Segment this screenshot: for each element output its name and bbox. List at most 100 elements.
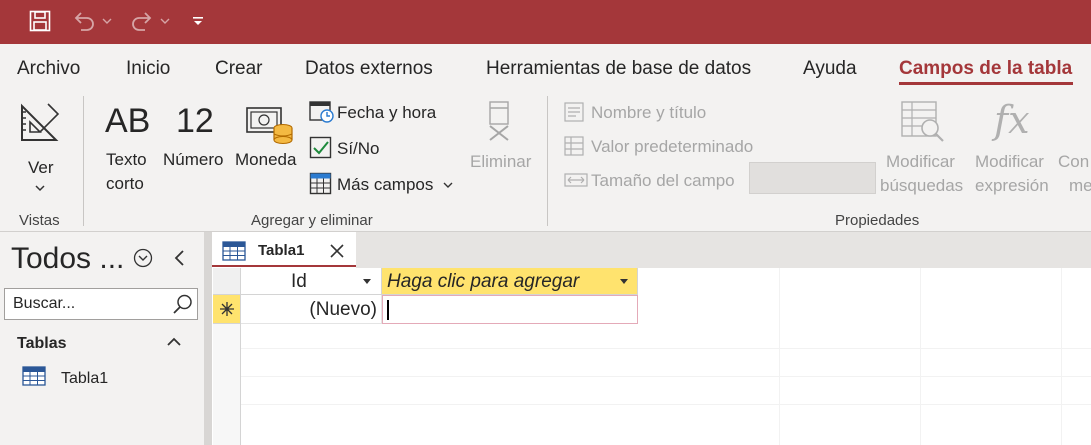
- tamano-campo-label: Tamaño del campo: [591, 171, 735, 190]
- numero-label: Número: [163, 150, 224, 169]
- save-icon[interactable]: [24, 8, 56, 34]
- ver-label: Ver: [28, 158, 54, 177]
- mas-campos-label: Más campos: [337, 175, 434, 194]
- select-all-corner[interactable]: [213, 268, 241, 295]
- navigation-pane: Todos ... Tablas Tabla1: [0, 232, 204, 445]
- calendar-clock-icon: [309, 101, 334, 123]
- tab-ayuda[interactable]: Ayuda: [803, 58, 857, 80]
- table-icon: [22, 366, 46, 386]
- document-tab-label: Tabla1: [258, 242, 305, 259]
- column-header-label: Id: [291, 271, 307, 292]
- active-tab-indicator: [899, 82, 1073, 85]
- row-selector-column: [213, 324, 241, 445]
- numero-button[interactable]: 12 Número: [160, 98, 230, 202]
- column-header-id[interactable]: Id: [241, 268, 382, 295]
- grid-line: [213, 404, 1091, 405]
- design-view-icon: [21, 103, 60, 141]
- nombre-titulo-button[interactable]: Nombre y título: [562, 98, 732, 128]
- table-icon: [222, 241, 246, 261]
- row-selector-new[interactable]: [213, 295, 241, 324]
- title-bar: [0, 0, 1091, 44]
- con-button[interactable]: Con me: [1057, 98, 1091, 202]
- grid-line: [213, 348, 1091, 349]
- mas-campos-button[interactable]: Más campos: [307, 170, 457, 200]
- lookup-icon: [901, 101, 944, 142]
- collapse-pane-icon[interactable]: [172, 248, 188, 268]
- tab-archivo[interactable]: Archivo: [17, 58, 80, 80]
- field-size-icon: [564, 173, 588, 187]
- eliminar-label: Eliminar: [470, 152, 532, 171]
- si-no-button[interactable]: Sí/No: [307, 134, 447, 164]
- si-no-label: Sí/No: [337, 139, 380, 158]
- datasheet-grid: Id Haga clic para agregar (Nuevo): [213, 268, 1091, 445]
- tab-datos-externos[interactable]: Datos externos: [305, 58, 433, 80]
- modificar-busquedas-label-2: búsquedas: [880, 176, 964, 195]
- moneda-button[interactable]: Moneda: [233, 98, 305, 202]
- modificar-expresion-label-1: Modificar: [975, 152, 1044, 171]
- tab-herramientas-base-datos[interactable]: Herramientas de base de datos: [486, 58, 751, 80]
- numero-icon: 12: [176, 102, 214, 140]
- grid-line: [213, 376, 1091, 377]
- search-icon[interactable]: [172, 293, 194, 315]
- moneda-label: Moneda: [235, 150, 297, 169]
- modificar-busquedas-button[interactable]: Modificar búsquedas: [880, 98, 970, 202]
- modificar-busquedas-label-1: Modificar: [886, 152, 955, 171]
- tab-inicio[interactable]: Inicio: [126, 58, 170, 80]
- customize-qat-icon[interactable]: [188, 8, 208, 34]
- function-icon: fx: [994, 98, 1030, 142]
- nav-section-tablas[interactable]: Tablas: [17, 335, 67, 353]
- modificar-expresion-label-2: expresión: [975, 176, 1049, 195]
- con-label-1: Con: [1058, 152, 1090, 171]
- table-grid-icon: [309, 172, 332, 195]
- pane-splitter[interactable]: [204, 232, 212, 445]
- texto-corto-button[interactable]: AB Texto corto: [100, 98, 156, 202]
- texto-corto-label-1: Texto: [106, 150, 147, 169]
- chevron-up-icon[interactable]: [166, 336, 182, 348]
- column-dropdown-icon[interactable]: [619, 278, 629, 286]
- valor-predeterminado-label: Valor predeterminado: [591, 137, 754, 156]
- ver-button[interactable]: Ver: [12, 98, 72, 198]
- grid-line: [779, 268, 780, 445]
- cell-new-field[interactable]: [382, 295, 638, 324]
- group-label-propiedades: Propiedades: [835, 212, 920, 229]
- texto-corto-label-2: corto: [106, 174, 144, 193]
- column-dropdown-icon[interactable]: [362, 278, 372, 286]
- ribbon-tabs: Archivo Inicio Crear Datos externos Herr…: [0, 44, 1091, 92]
- chevron-down-icon: [35, 185, 45, 192]
- nav-menu-dropdown-icon[interactable]: [133, 248, 153, 268]
- texto-corto-icon: AB: [105, 102, 151, 140]
- cell-value: (Nuevo): [309, 299, 377, 320]
- group-separator: [83, 96, 84, 226]
- tab-campos-tabla[interactable]: Campos de la tabla: [899, 58, 1072, 80]
- close-icon[interactable]: [330, 244, 344, 258]
- search-input[interactable]: [13, 294, 163, 314]
- undo-icon[interactable]: [68, 8, 100, 34]
- column-header-add-field[interactable]: Haga clic para agregar: [382, 268, 638, 295]
- eliminar-button[interactable]: Eliminar: [466, 98, 536, 178]
- fecha-hora-label: Fecha y hora: [337, 103, 437, 122]
- fecha-hora-button[interactable]: Fecha y hora: [307, 98, 447, 128]
- delete-column-icon: [489, 101, 509, 141]
- chevron-down-icon: [443, 182, 453, 188]
- new-record-icon: [220, 302, 234, 316]
- grid-line: [920, 268, 921, 445]
- valor-predeterminado-button[interactable]: Valor predeterminado: [562, 132, 772, 162]
- nav-pane-title[interactable]: Todos ...: [11, 242, 124, 276]
- field-size-input[interactable]: [749, 162, 876, 194]
- column-header-label: Haga clic para agregar: [387, 271, 580, 292]
- name-caption-icon: [564, 102, 584, 122]
- group-label-agregar-eliminar: Agregar y eliminar: [251, 212, 373, 229]
- default-value-icon: [564, 136, 584, 156]
- modificar-expresion-button[interactable]: fx Modificar expresión: [972, 98, 1057, 202]
- group-separator: [547, 96, 548, 226]
- document-tab-tabla1[interactable]: Tabla1: [212, 234, 356, 267]
- redo-dropdown-icon[interactable]: [158, 8, 172, 34]
- nav-item-label: Tabla1: [61, 370, 109, 387]
- undo-dropdown-icon[interactable]: [100, 8, 114, 34]
- cell-id-new[interactable]: (Nuevo): [241, 295, 382, 324]
- tab-crear[interactable]: Crear: [215, 58, 263, 80]
- nav-search-box: [4, 288, 198, 320]
- redo-icon[interactable]: [126, 8, 158, 34]
- currency-icon: [246, 107, 293, 144]
- con-label-2: me: [1069, 176, 1091, 195]
